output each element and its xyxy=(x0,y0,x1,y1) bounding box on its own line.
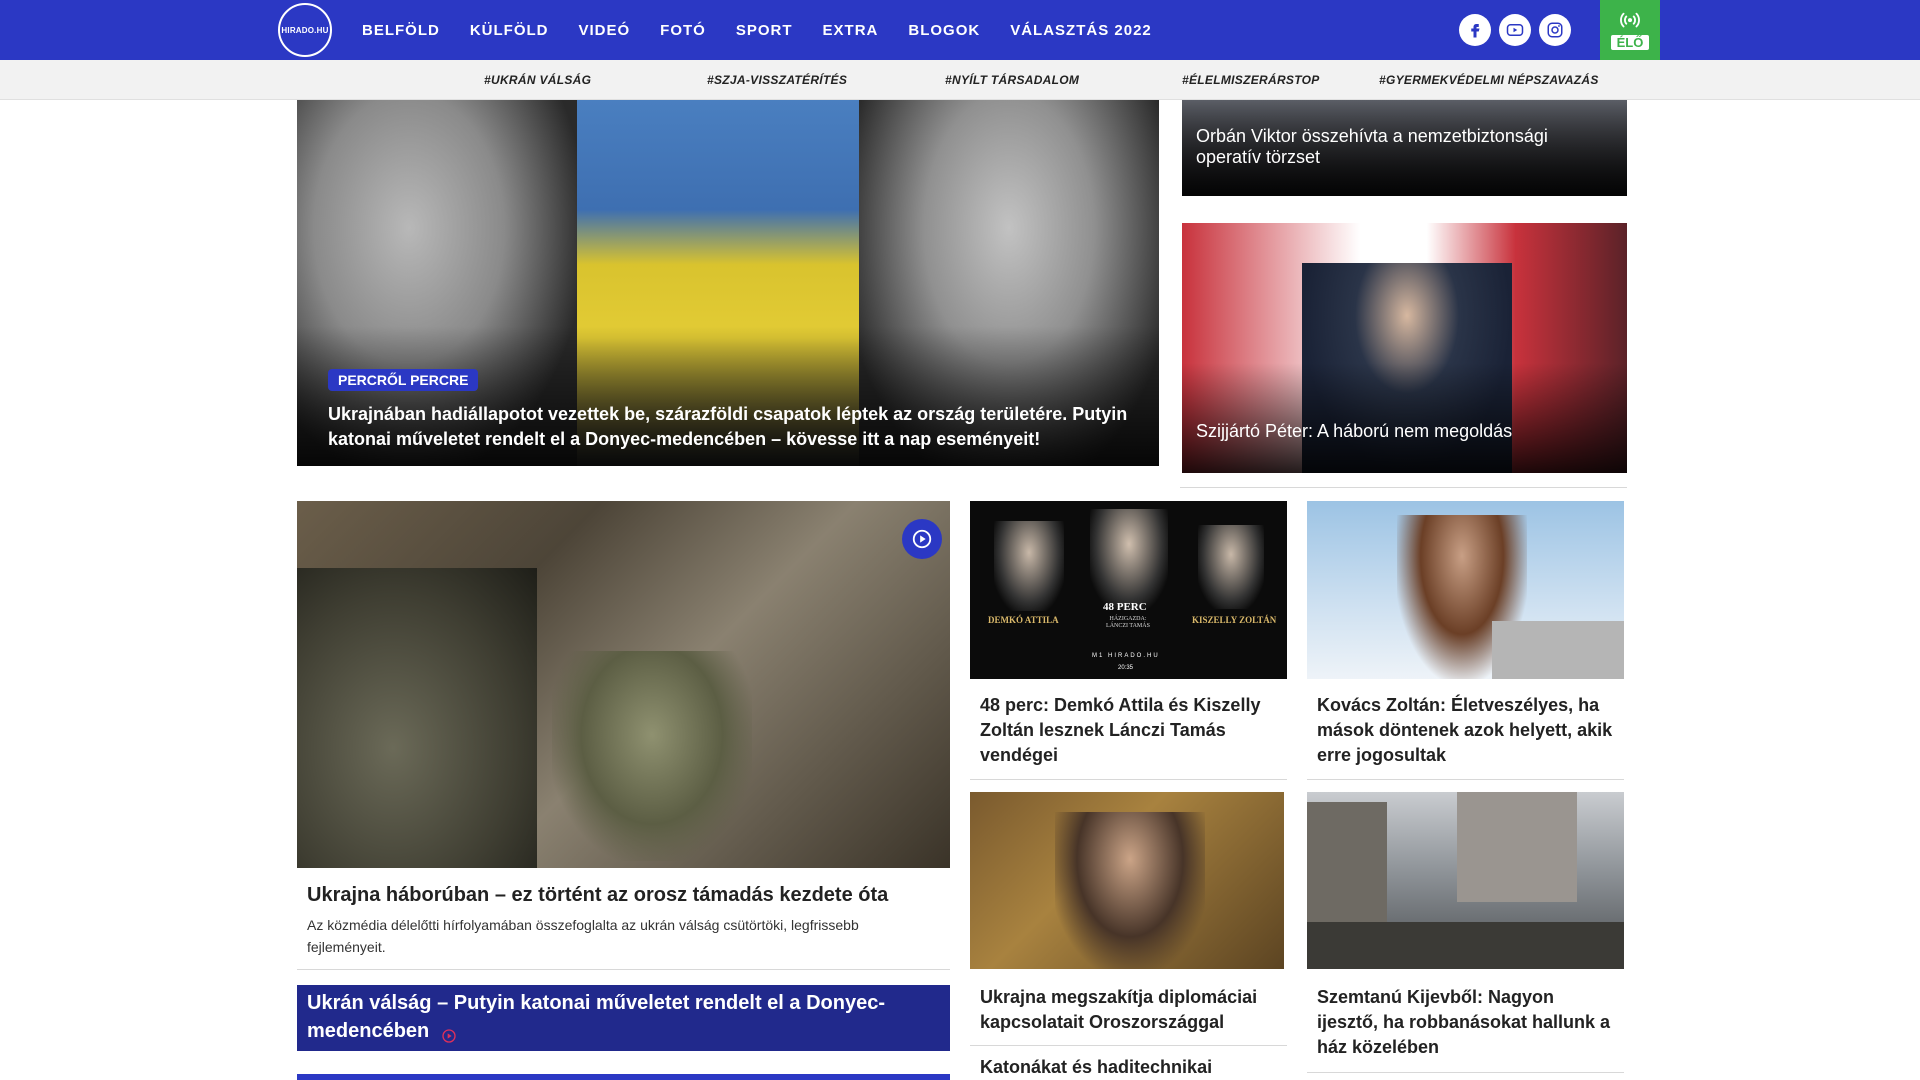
nav-belfold[interactable]: BELFÖLD xyxy=(362,22,440,39)
banner-headline-text: Ukrán válság – Putyin katonai műveletet … xyxy=(307,992,885,1042)
feature-image[interactable] xyxy=(297,501,950,868)
grid-divider-4 xyxy=(1307,1072,1624,1073)
building-right xyxy=(1457,792,1577,902)
grid-image-2[interactable] xyxy=(1307,501,1624,679)
nav-blogok[interactable]: BLOGOK xyxy=(908,22,980,39)
broadcast-icon xyxy=(1620,12,1640,28)
live-label: ÉLŐ xyxy=(1610,35,1650,50)
nav-video[interactable]: VIDEÓ xyxy=(578,22,630,39)
grid-image-1[interactable]: DEMKÓ ATTILA 48 PERC HÁZIGAZDA: LÁNCZI T… xyxy=(970,501,1287,679)
show-host: HÁZIGAZDA: LÁNCZI TAMÁS xyxy=(1106,616,1150,629)
show-time: 20:35 xyxy=(1118,665,1134,671)
tag-gyermekvedelmi-nepszavazas[interactable]: #GYERMEKVÉDELMI NÉPSZAVAZÁS xyxy=(1379,73,1599,87)
side-headline-2[interactable]: Szijjártó Péter: A háború nem megoldás xyxy=(1196,421,1596,442)
tag-ukran-valsag[interactable]: #UKRÁN VÁLSÁG xyxy=(484,73,591,87)
grid-divider-2 xyxy=(1307,779,1624,780)
tag-nyilt-tarsadalom[interactable]: #NYÍLT TÁRSADALOM xyxy=(945,73,1079,87)
top-navigation-bar: HIRADO.HU BELFÖLD KÜLFÖLD VIDEÓ FOTÓ SPO… xyxy=(0,0,1920,60)
grid-portrait-left xyxy=(994,521,1064,611)
grid-divider-1 xyxy=(970,779,1287,780)
side-gradient-2 xyxy=(1182,363,1627,473)
site-logo[interactable]: HIRADO.HU xyxy=(278,3,332,57)
grid-image-4[interactable] xyxy=(1307,792,1624,969)
grid-headline-2[interactable]: Kovács Zoltán: Életveszélyes, ha mások d… xyxy=(1317,693,1617,768)
feature-description: Az közmédia délelőtti hírfolyamában össz… xyxy=(307,917,859,955)
speaker-portrait xyxy=(1055,812,1205,969)
side-divider xyxy=(1180,487,1627,488)
feature-soldiers xyxy=(552,651,752,861)
tag-szja-visszaterites[interactable]: #SZJA-VISSZATÉRÍTÉS xyxy=(707,73,847,87)
nav-kulfold[interactable]: KÜLFÖLD xyxy=(470,22,549,39)
show-title: 48 PERC xyxy=(1103,601,1147,613)
debris xyxy=(1307,922,1624,969)
video-play-icon[interactable] xyxy=(902,519,942,559)
main-nav: BELFÖLD KÜLFÖLD VIDEÓ FOTÓ SPORT EXTRA B… xyxy=(362,0,1182,60)
grid-headline-3[interactable]: Ukrajna megszakítja diplomáciai kapcsola… xyxy=(980,985,1280,1035)
grid-image-3[interactable] xyxy=(970,792,1284,969)
nav-foto[interactable]: FOTÓ xyxy=(660,22,706,39)
grid-portrait-right xyxy=(1198,525,1264,609)
grid-portrait-center xyxy=(1090,509,1168,609)
feature-divider xyxy=(297,969,950,970)
grid-headline-4[interactable]: Szemtanú Kijevből: Nagyon ijesztő, ha ro… xyxy=(1317,985,1617,1060)
facebook-icon[interactable] xyxy=(1459,14,1491,46)
logo-text: HIRADO.HU xyxy=(281,25,329,35)
youtube-icon[interactable] xyxy=(1499,14,1531,46)
side-headline-1[interactable]: Orbán Viktor összehívta a nemzetbiztonsá… xyxy=(1196,126,1596,168)
nav-valasztas-2022[interactable]: VÁLASZTÁS 2022 xyxy=(1010,22,1152,39)
grid-divider-3 xyxy=(970,1045,1287,1046)
building-left xyxy=(1307,802,1387,922)
instagram-icon[interactable] xyxy=(1539,14,1571,46)
show-brand: M1 HIRADO.HU xyxy=(1092,653,1160,659)
podium xyxy=(1492,621,1624,679)
feature-headline[interactable]: Ukrajna háborúban – ez történt az orosz … xyxy=(307,883,937,908)
tag-elelmiszerarstop[interactable]: #ÉLELMISZERÁRSTOP xyxy=(1182,73,1320,87)
banner-headline[interactable]: Ukrán válság – Putyin katonai műveletet … xyxy=(307,989,907,1045)
video-play-icon-small xyxy=(441,1024,457,1043)
live-blog-badge[interactable]: PERCRŐL PERCRE xyxy=(328,369,479,391)
nav-extra[interactable]: EXTRA xyxy=(823,22,879,39)
live-button[interactable]: ÉLŐ xyxy=(1600,0,1660,60)
hero-headline[interactable]: Ukrajnában hadiállapotot vezettek be, sz… xyxy=(328,402,1148,452)
grid-headline-5[interactable]: Katonákat és haditechnikai xyxy=(980,1055,1280,1080)
guest-name-right: KISZELLY ZOLTÁN xyxy=(1192,615,1277,625)
grid-headline-1[interactable]: 48 perc: Demkó Attila és Kiszelly Zoltán… xyxy=(980,693,1280,768)
trending-tags-bar: #UKRÁN VÁLSÁG #SZJA-VISSZATÉRÍTÉS #NYÍLT… xyxy=(0,60,1920,100)
nav-sport[interactable]: SPORT xyxy=(736,22,793,39)
feature-soldier-blur xyxy=(297,568,537,868)
next-banner-edge xyxy=(297,1074,950,1080)
guest-name-left: DEMKÓ ATTILA xyxy=(988,615,1059,625)
